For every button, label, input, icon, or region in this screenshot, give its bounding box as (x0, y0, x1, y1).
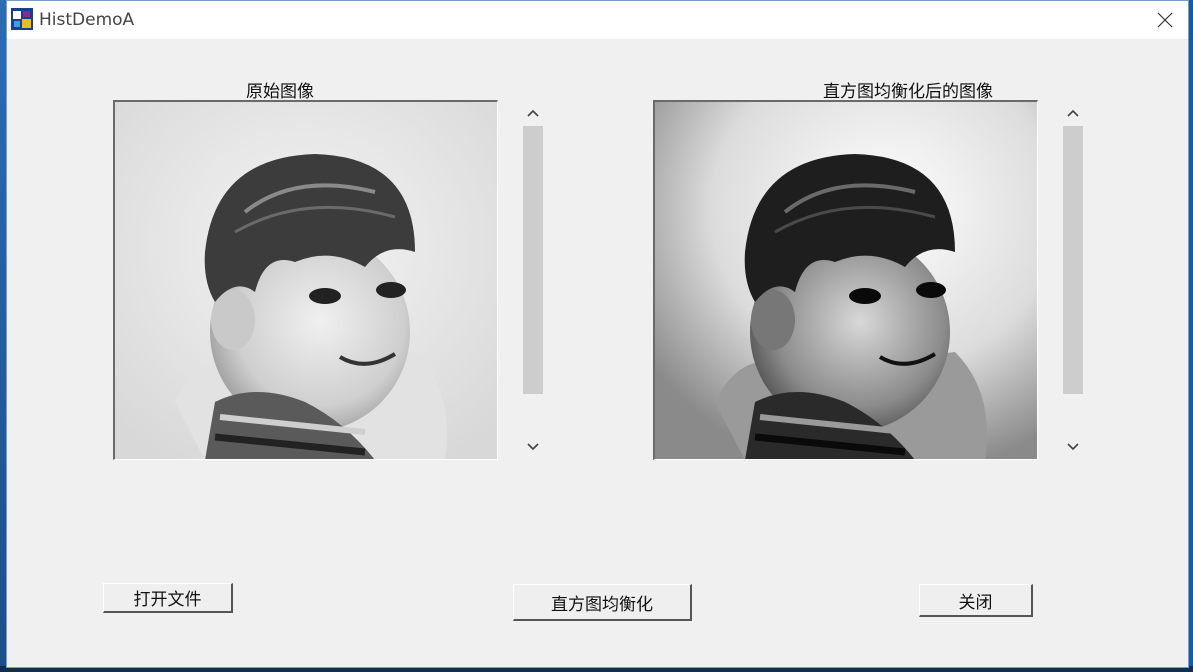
chevron-up-icon (527, 109, 539, 117)
original-image-view (113, 100, 498, 460)
scroll-up-button[interactable] (522, 102, 544, 124)
app-icon (11, 8, 33, 30)
open-file-button[interactable]: 打开文件 (103, 583, 233, 613)
original-image-label: 原始图像 (246, 82, 314, 102)
original-image (115, 102, 497, 459)
chevron-up-icon (1067, 109, 1079, 117)
equalized-image-label: 直方图均衡化后的图像 (823, 82, 993, 102)
window-title: HistDemoA (39, 10, 135, 30)
close-window-button[interactable] (1142, 1, 1188, 39)
scroll-down-button[interactable] (522, 436, 544, 458)
title-bar[interactable]: HistDemoA (7, 1, 1188, 39)
equalized-image-view (653, 100, 1038, 460)
chevron-down-icon (1067, 443, 1079, 451)
close-button[interactable]: 关闭 (919, 584, 1033, 617)
equalized-image-scrollbar[interactable] (1062, 100, 1084, 460)
app-window: HistDemoA 原始图像 直方图均衡化后的图像 打开文件 直方图均衡化 关闭 (6, 0, 1189, 668)
chevron-down-icon (527, 443, 539, 451)
original-image-scrollbar[interactable] (522, 100, 544, 460)
scrollbar-thumb[interactable] (1063, 126, 1083, 394)
histogram-equalize-button[interactable]: 直方图均衡化 (513, 584, 692, 621)
scrollbar-thumb[interactable] (523, 126, 543, 394)
close-icon (1157, 12, 1173, 28)
scroll-up-button[interactable] (1062, 102, 1084, 124)
scroll-down-button[interactable] (1062, 436, 1084, 458)
equalized-image (655, 102, 1037, 459)
